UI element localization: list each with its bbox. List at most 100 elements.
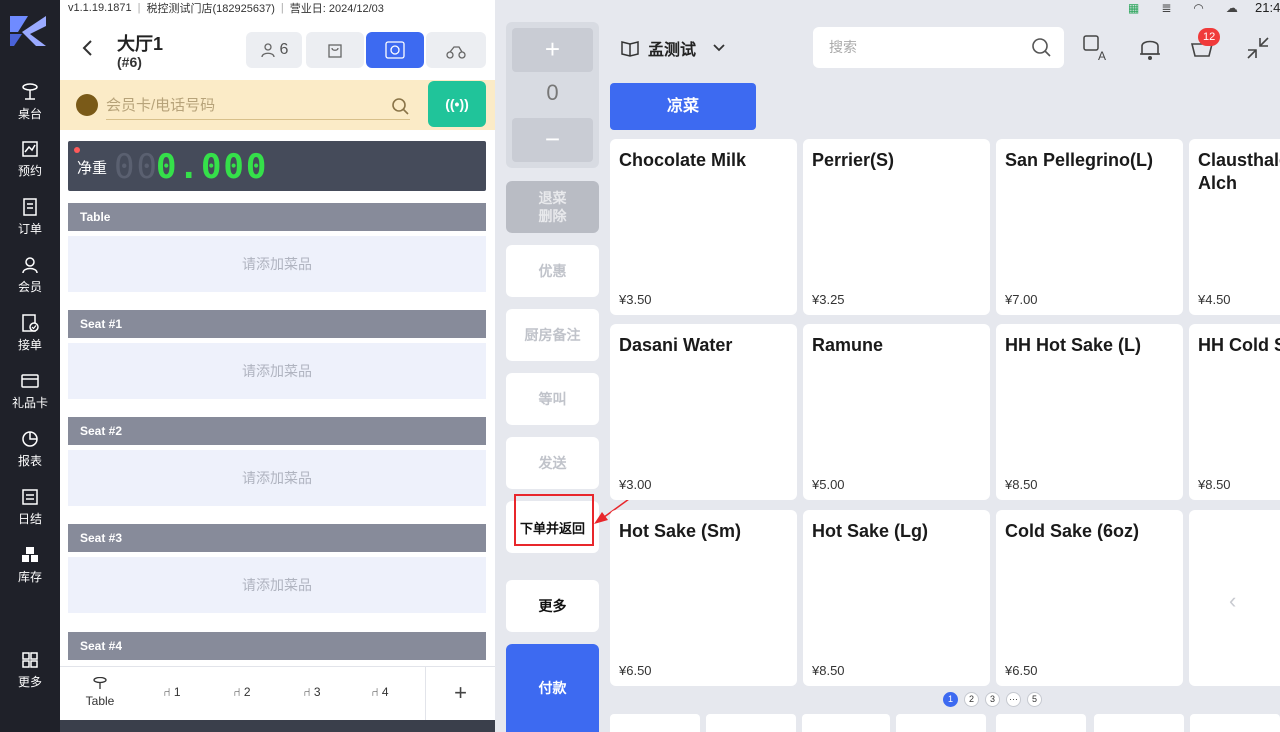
search-input[interactable]: 搜索 [813,27,1064,68]
nav-item-more[interactable]: 更多 [0,650,60,690]
product-card[interactable]: Hot Sake (Lg) ¥8.50 [803,510,990,686]
page-button[interactable]: 1 [943,692,958,707]
kitchen-note-button[interactable]: 厨房备注 [506,309,599,361]
nav-item-accept-orders[interactable]: 接单 [0,313,60,353]
inventory-icon [22,547,38,562]
product-name: Hot Sake (Sm) [619,521,742,541]
bell-icon[interactable] [1136,34,1164,62]
seat-tab-label: 2 [243,685,251,699]
chair-icon: ⑁ [163,685,171,699]
seat-tab-3[interactable]: ⑁ 3 [292,685,332,699]
scale-label: 净重 [77,160,108,177]
notification-badge: 12 [1198,28,1221,46]
search-icon[interactable] [390,96,410,116]
daily-close-icon [22,489,38,505]
send-button[interactable]: 发送 [506,437,599,489]
void-delete-button[interactable]: 退菜 删除 [506,181,599,233]
page-button[interactable]: 3 [985,692,1000,707]
section-header-table[interactable]: Table [68,203,486,231]
product-card[interactable]: San Pellegrino(L) ¥7.00 [996,139,1183,315]
category-tab[interactable] [802,714,890,732]
wifi-icon: ◠ [1193,1,1204,15]
highlight-box [514,494,594,546]
product-card[interactable]: Ramune ¥5.00 [803,324,990,500]
nav-label: 预约 [17,164,42,178]
category-tab[interactable] [996,714,1086,732]
app-version: v1.1.19.1871 [68,2,132,14]
product-name: Hot Sake (Lg) [812,521,929,541]
translate-icon[interactable]: A [1082,34,1110,62]
delivery-mode-button[interactable] [426,32,486,68]
product-price: ¥7.00 [1005,292,1038,307]
page-button[interactable]: 2 [964,692,979,707]
takeout-mode-button[interactable] [306,32,364,68]
chair-icon: ⑁ [233,685,241,699]
section-header-seat-2[interactable]: Seat #2 [68,417,486,445]
section-header-seat-3[interactable]: Seat #3 [68,524,486,552]
product-name: Ramune [812,335,884,355]
qty-increase-button[interactable]: + [512,28,593,72]
seat-tab-2[interactable]: ⑁ 2 [222,685,262,699]
page-button[interactable]: 5 [1027,692,1042,707]
order-panel: 大厅1 (#6) 6 会员卡/电话号码 ((•)) 净重 00 0.000 Ta… [60,16,495,732]
previous-page-card[interactable]: ‹ [1189,510,1280,686]
nav-item-orders[interactable]: 订单 [0,197,60,237]
seat-tab-1[interactable]: ⑁ 1 [152,685,192,699]
nav-label: 会员 [17,280,42,294]
section-header-seat-4[interactable]: Seat #4 [68,632,486,660]
nav-item-reports[interactable]: 报表 [0,429,60,469]
person-icon [260,43,275,58]
product-card[interactable]: HH Cold Sake ¥8.50 [1189,324,1280,500]
nav-item-tables[interactable]: 桌台 [0,82,60,122]
nav-item-inventory[interactable]: 库存 [0,545,60,585]
product-card[interactable]: Cold Sake (6oz) ¥6.50 [996,510,1183,686]
discount-button[interactable]: 优惠 [506,245,599,297]
nav-label: 订单 [17,222,42,236]
pagination: 1 2 3 ··· 5 [943,692,1042,707]
category-tab[interactable] [1190,714,1280,732]
product-card[interactable]: Clausthaler Non-Alch ¥4.50 [1189,139,1280,315]
nfc-card-button[interactable]: ((•)) [428,81,486,127]
product-card[interactable]: HH Hot Sake (L) ¥8.50 [996,324,1183,500]
vip-icon [76,94,98,116]
product-price: ¥4.50 [1198,292,1231,307]
category-tab-cold-dishes[interactable]: 凉菜 [610,83,756,130]
product-card[interactable]: Chocolate Milk ¥3.50 [610,139,797,315]
store-selector-label: 孟测试 [648,42,697,59]
guest-count-button[interactable]: 6 [246,32,302,68]
seat-tab-table[interactable]: Table [80,676,120,708]
product-name: Clausthaler Non-Alch [1198,150,1280,193]
product-name: San Pellegrino(L) [1005,150,1154,170]
nav-item-reservation[interactable]: 预约 [0,139,60,179]
product-card[interactable]: Perrier(S) ¥3.25 [803,139,990,315]
dine-in-mode-button[interactable] [366,32,424,68]
section-header-seat-1[interactable]: Seat #1 [68,310,486,338]
store-selector[interactable]: 孟测试 [620,36,732,60]
add-seat-button[interactable]: + [425,667,495,721]
back-icon[interactable] [78,38,98,58]
nav-item-daily-close[interactable]: 日结 [0,487,60,527]
member-input[interactable]: 会员卡/电话号码 [106,92,410,120]
nav-label: 更多 [17,675,42,689]
more-actions-button[interactable]: 更多 [506,580,599,632]
pay-button[interactable]: 付款 [506,644,599,732]
hold-button[interactable]: 等叫 [506,373,599,425]
category-tab[interactable] [896,714,986,732]
status-bar: v1.1.19.1871 | 税控测试门店(182925637) | 营业日: … [60,0,495,16]
table-icon [22,83,38,100]
dine-in-icon [385,41,405,59]
section-empty-seat-2: 请添加菜品 [68,450,486,506]
nav-item-gift-card[interactable]: 礼品卡 [0,371,60,411]
search-icon[interactable] [1031,37,1051,57]
category-tab[interactable] [706,714,796,732]
system-tray: ▦ ≣ ◠ ☁ [1128,0,1238,16]
seat-tab-4[interactable]: ⑁ 4 [360,685,400,699]
product-card[interactable]: Hot Sake (Sm) ¥6.50 [610,510,797,686]
category-tab[interactable] [610,714,700,732]
product-card[interactable]: Dasani Water ¥3.00 [610,324,797,500]
qty-decrease-button[interactable]: − [512,118,593,162]
category-tab[interactable] [1094,714,1184,732]
nav-item-members[interactable]: 会员 [0,255,60,295]
collapse-icon[interactable] [1244,34,1272,62]
separator: | [280,2,284,14]
